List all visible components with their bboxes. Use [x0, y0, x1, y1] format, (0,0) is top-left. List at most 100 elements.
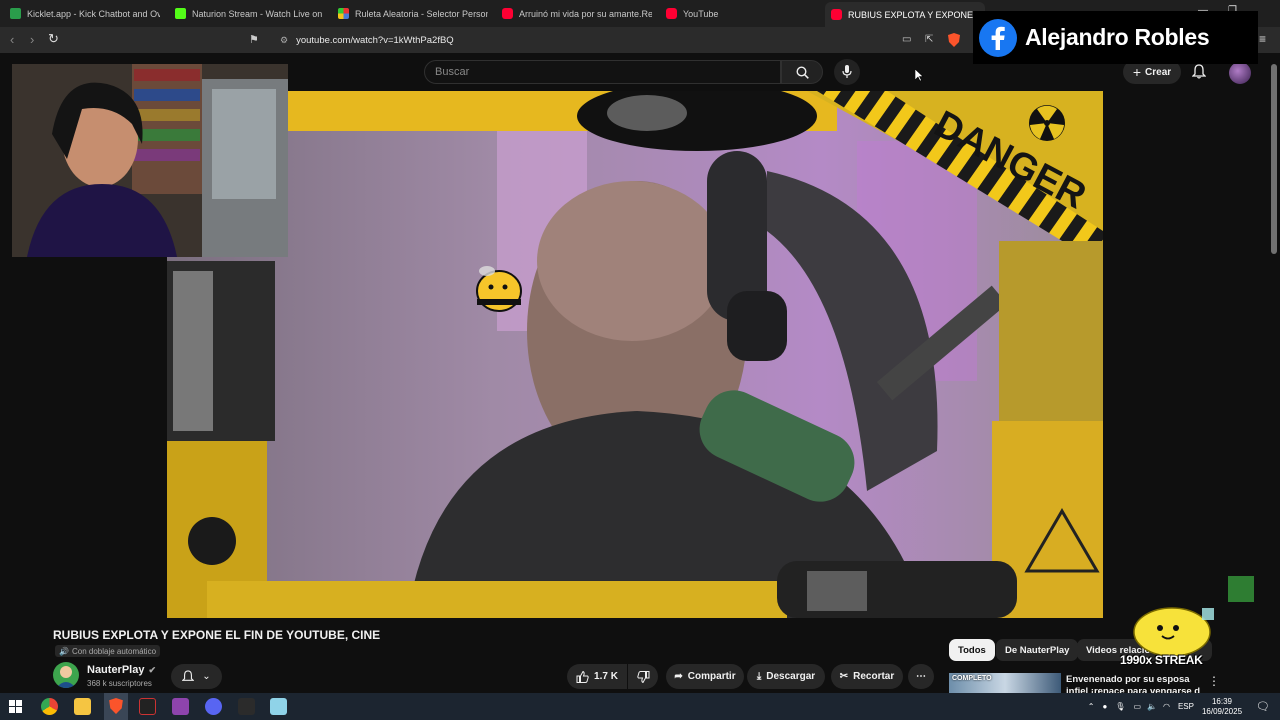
- channel-name-text: NauterPlay: [87, 664, 145, 676]
- bookmark-icon[interactable]: ⚑: [249, 33, 259, 46]
- wifi-icon[interactable]: ◠: [1163, 702, 1170, 711]
- roulette-favicon-icon: [338, 8, 349, 19]
- app-icon[interactable]: [270, 698, 287, 715]
- youtube-favicon-icon: [666, 8, 677, 19]
- url-text: youtube.com/watch?v=1kWthPa2fBQ: [296, 34, 454, 46]
- network-icon[interactable]: ▭: [1133, 702, 1141, 711]
- bell-icon: [1191, 64, 1207, 79]
- share-button[interactable]: ➦ Compartir: [666, 664, 744, 689]
- voice-search-button[interactable]: [834, 59, 860, 85]
- sticker-icon: [1228, 576, 1254, 602]
- search-input[interactable]: Buscar: [424, 60, 781, 84]
- thumbs-down-icon: [636, 670, 649, 683]
- facebook-name: Alejandro Robles: [1025, 24, 1210, 50]
- share-page-icon[interactable]: ⇱: [925, 34, 933, 45]
- related-more-icon[interactable]: ⋮: [1208, 674, 1220, 688]
- kicklet-favicon-icon: [10, 8, 21, 19]
- dubbing-icon: 🔊: [59, 646, 69, 656]
- chevron-down-icon: ⌄: [202, 671, 211, 682]
- chip-channel[interactable]: De NauterPlay: [996, 639, 1079, 661]
- microphone-icon: [842, 65, 852, 78]
- related-thumb-label: COMPLETO: [952, 675, 992, 682]
- subscriber-count: 368 k suscriptores: [87, 679, 152, 688]
- video-frame: DANGER: [167, 91, 1103, 618]
- app-icon[interactable]: [238, 698, 255, 715]
- search-icon: [795, 65, 809, 79]
- account-avatar[interactable]: [1229, 62, 1251, 84]
- browser-tab[interactable]: Ruleta Aleatoria - Selector Personaliz: [338, 4, 488, 23]
- download-icon: ⤓: [756, 671, 762, 682]
- like-count: 1.7 K: [594, 671, 618, 682]
- site-info-icon[interactable]: ⚙: [280, 35, 288, 46]
- channel-name[interactable]: NauterPlay ✔: [87, 664, 156, 676]
- plus-icon: +: [1132, 64, 1142, 80]
- app-icon[interactable]: [139, 698, 156, 715]
- clock-time: 16:39: [1211, 696, 1233, 706]
- browser-tab[interactable]: YouTube: [666, 4, 816, 23]
- browser-tab[interactable]: Kicklet.app - Kick Chatbot and Overl: [10, 4, 160, 23]
- bell-icon: [182, 670, 195, 681]
- menu-icon[interactable]: ≡: [1259, 32, 1266, 46]
- file-explorer-icon[interactable]: [74, 698, 91, 715]
- discord-icon[interactable]: [205, 698, 222, 715]
- thumbs-up-icon: [576, 670, 589, 683]
- system-tray: ⌃ ● 🎙 ▭ 🔈 ◠ ESP 16:39 16/09/2025 🗨: [1088, 693, 1280, 720]
- windows-taskbar: ⌃ ● 🎙 ▭ 🔈 ◠ ESP 16:39 16/09/2025 🗨: [0, 693, 1280, 720]
- tab-title: Naturion Stream - Watch Live on Kick: [192, 8, 325, 19]
- clock-date: 16/09/2025: [1201, 706, 1243, 716]
- chip-todos[interactable]: Todos: [949, 639, 995, 661]
- dislike-button[interactable]: [628, 664, 658, 689]
- notifications-icon[interactable]: 🗨: [1256, 700, 1270, 713]
- app-icon[interactable]: [172, 698, 189, 715]
- page-scrollbar[interactable]: [1271, 64, 1277, 254]
- tab-title: Arruinó mi vida por su amante.Rena: [519, 8, 652, 19]
- channel-avatar[interactable]: [53, 662, 79, 688]
- search-button[interactable]: [781, 60, 823, 84]
- taskbar-clock[interactable]: 16:39 16/09/2025: [1202, 697, 1242, 717]
- reload-icon[interactable]: ↻: [48, 31, 59, 47]
- cast-icon[interactable]: ▭: [902, 34, 911, 45]
- kick-favicon-icon: [175, 8, 186, 19]
- verified-icon: ✔: [148, 664, 157, 675]
- brave-taskbar-item[interactable]: [104, 693, 128, 720]
- browser-tab-active[interactable]: RUBIUS EXPLOTA Y EXPONE E ✕: [825, 2, 985, 27]
- browser-tab[interactable]: Naturion Stream - Watch Live on Kick: [175, 4, 325, 23]
- tab-title: RUBIUS EXPLOTA Y EXPONE E: [848, 9, 982, 20]
- facebook-icon: [979, 18, 1017, 57]
- browser-tab[interactable]: Arruinó mi vida por su amante.Rena: [502, 4, 652, 23]
- clip-button[interactable]: ✂ Recortar: [831, 664, 903, 689]
- more-icon: ⋯: [916, 671, 926, 682]
- create-label: Crear: [1145, 66, 1172, 78]
- chevron-up-icon[interactable]: ⌃: [1088, 702, 1095, 711]
- language-indicator[interactable]: ESP: [1178, 702, 1194, 711]
- dubbed-label: Con doblaje automático: [71, 646, 157, 656]
- notifications-button[interactable]: [1191, 64, 1207, 84]
- facebook-name-overlay: Alejandro Robles: [973, 11, 1258, 64]
- video-player[interactable]: DANGER: [167, 91, 1103, 618]
- youtube-favicon-icon: [831, 9, 842, 20]
- share-label: Compartir: [687, 671, 736, 682]
- youtube-favicon-icon: [502, 8, 513, 19]
- brave-shield-icon[interactable]: [948, 33, 960, 50]
- webcam-overlay: [12, 64, 288, 257]
- mouse-cursor-icon: [915, 69, 924, 82]
- tab-title: Ruleta Aleatoria - Selector Personaliz: [355, 8, 488, 19]
- download-button[interactable]: ⤓ Descargar: [747, 664, 825, 689]
- chrome-icon[interactable]: [41, 698, 58, 715]
- subscription-bell-button[interactable]: ⌄: [171, 664, 222, 689]
- tab-title: Kicklet.app - Kick Chatbot and Overl: [27, 8, 160, 19]
- related-video-thumbnail[interactable]: COMPLETO: [949, 673, 1061, 693]
- windows-start-icon[interactable]: [9, 700, 22, 713]
- back-icon[interactable]: ‹: [10, 32, 14, 47]
- forward-icon[interactable]: ›: [30, 32, 34, 47]
- address-bar[interactable]: ⚙ youtube.com/watch?v=1kWthPa2fBQ: [270, 30, 970, 50]
- microphone-icon[interactable]: 🎙: [1115, 702, 1125, 711]
- streak-text: 1990x STREAK: [1120, 653, 1203, 667]
- related-video-title[interactable]: Envenenado por su esposa infiel ¡renace …: [1066, 674, 1206, 694]
- tab-title: YouTube: [683, 8, 719, 19]
- steam-icon[interactable]: ●: [1102, 702, 1107, 711]
- volume-icon[interactable]: 🔈: [1147, 702, 1157, 711]
- more-actions-button[interactable]: ⋯: [908, 664, 934, 689]
- scissors-icon: ✂: [839, 671, 849, 682]
- like-button[interactable]: 1.7 K: [567, 664, 627, 689]
